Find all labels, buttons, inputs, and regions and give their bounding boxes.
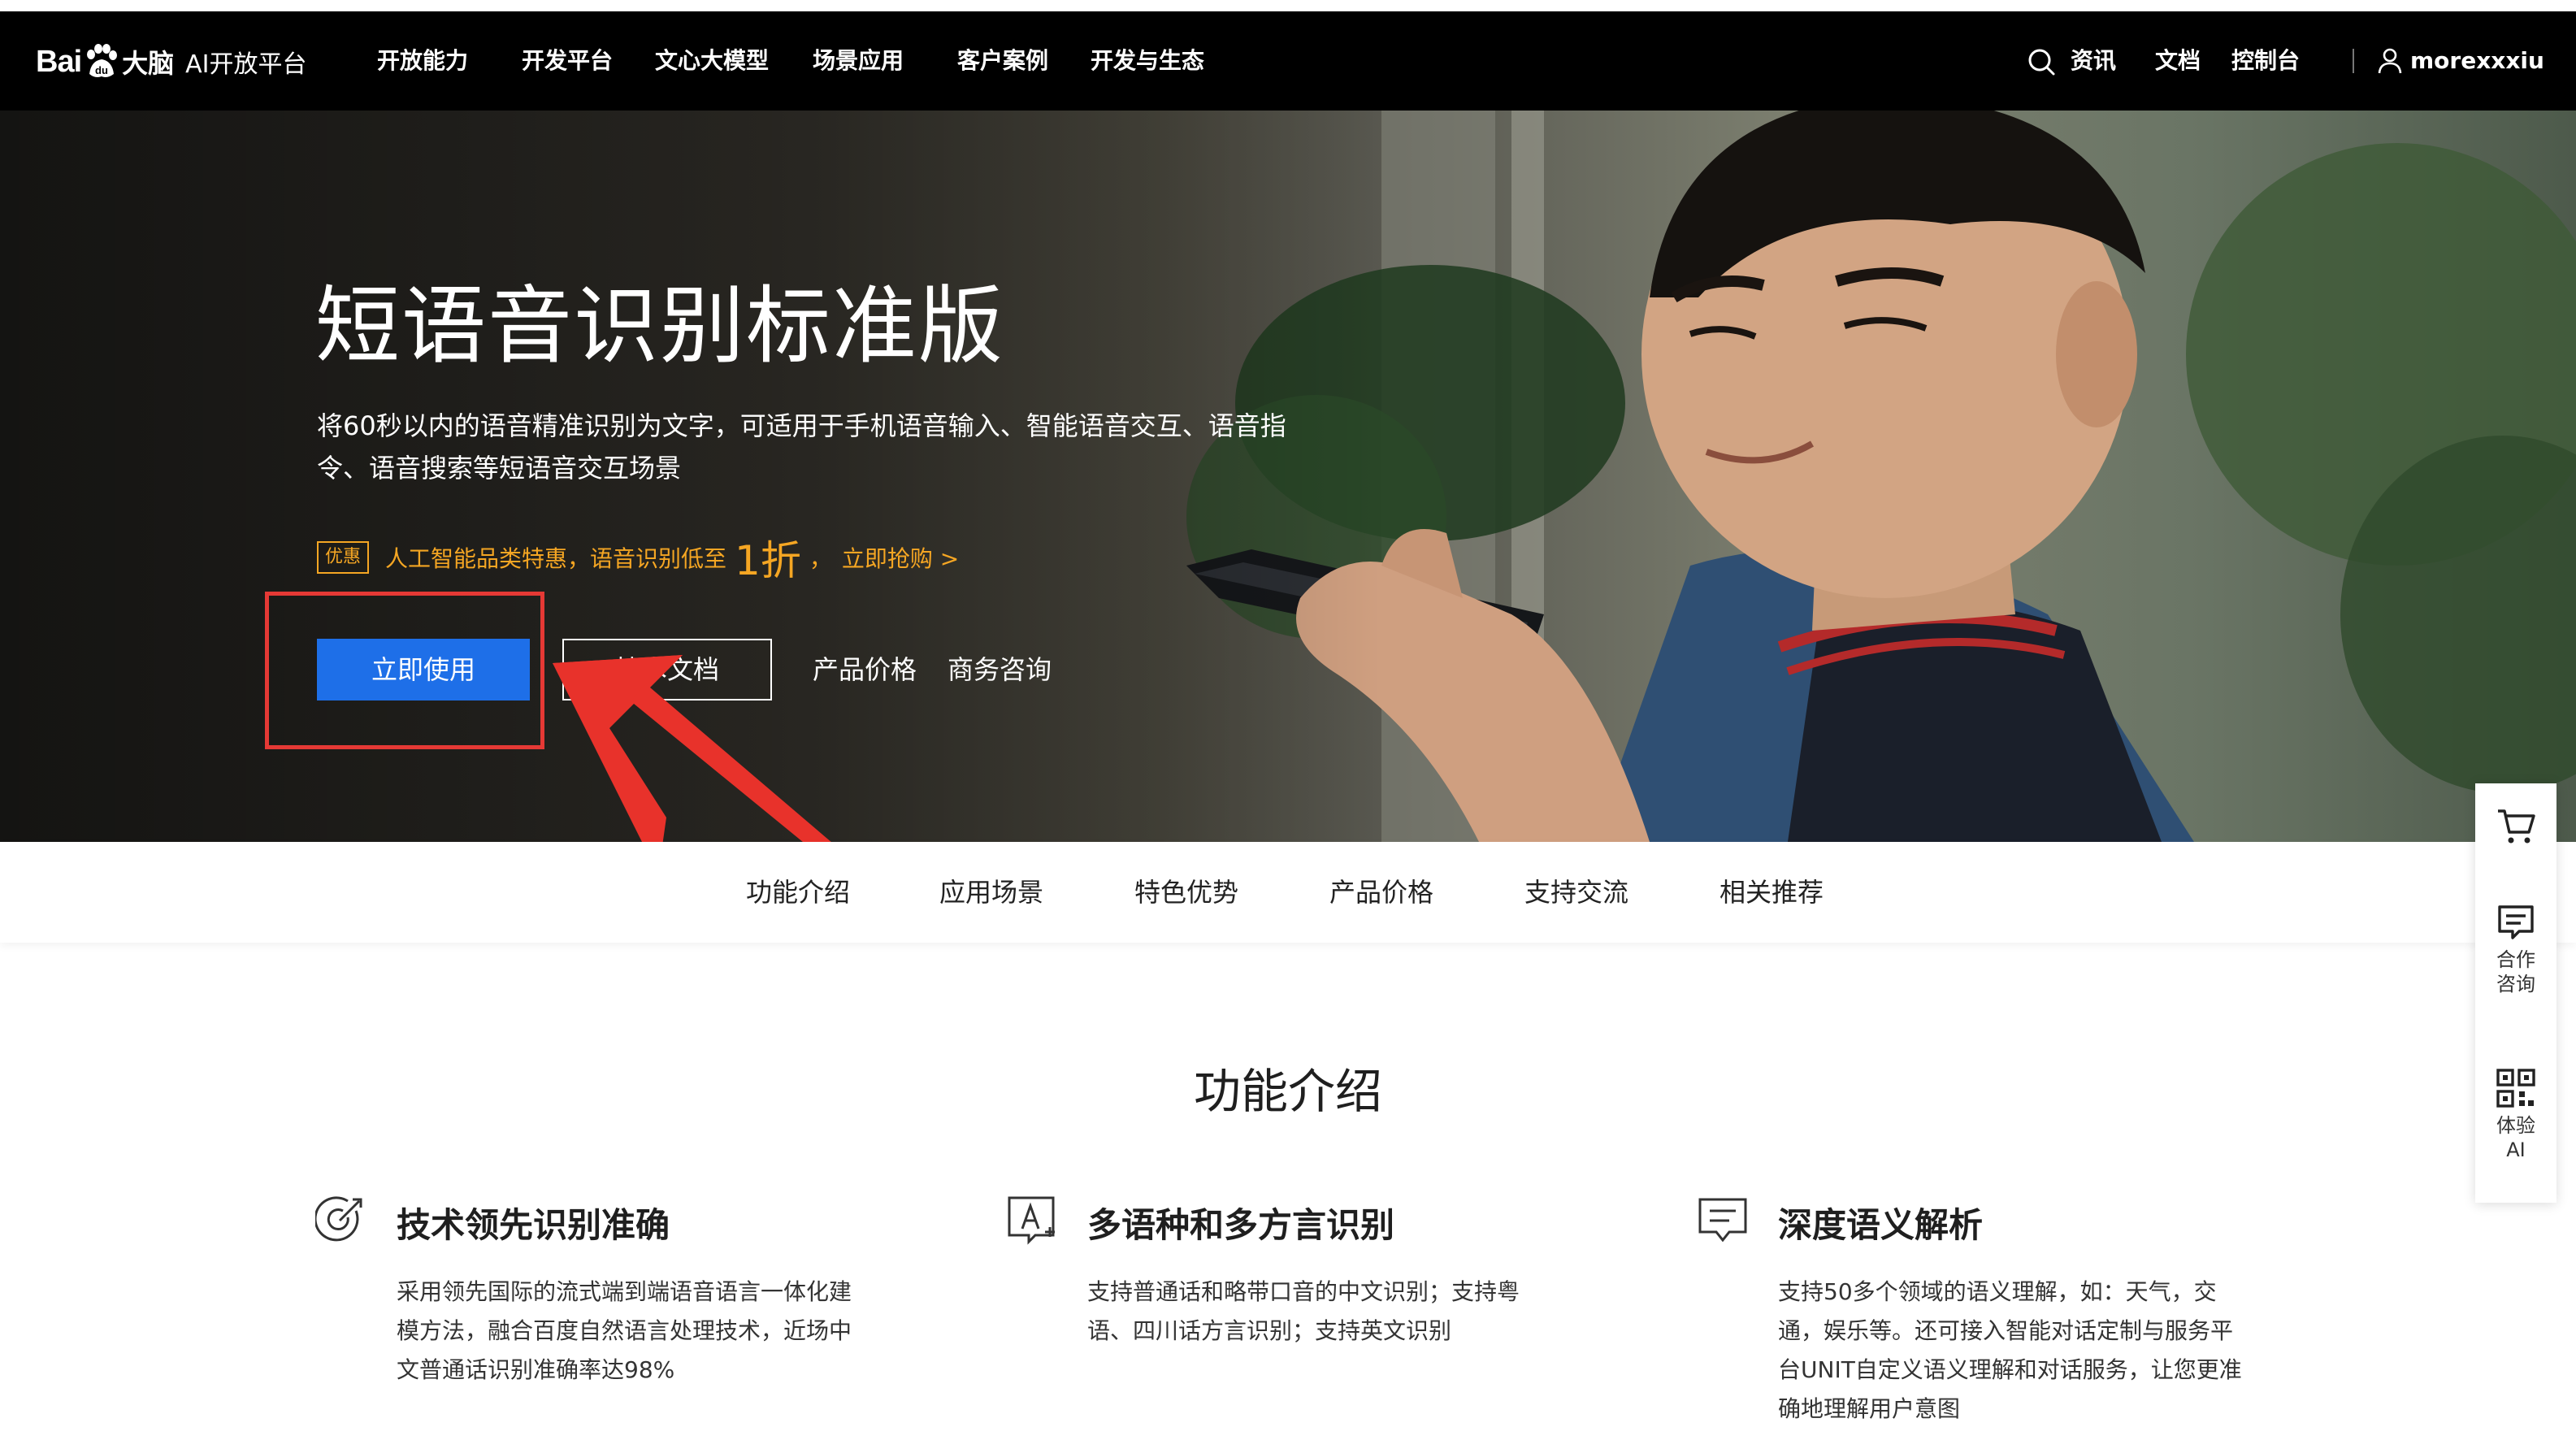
tab-scenarios[interactable]: 应用场景	[939, 842, 1043, 943]
business-consult-link[interactable]: 商务咨询	[948, 639, 1052, 700]
nav-menu-dev-platform[interactable]: 开发平台	[522, 11, 613, 111]
nav-menu-open-abilities[interactable]: 开放能力	[377, 11, 468, 111]
nav-menu-wenxin-model[interactable]: 文心大模型	[655, 11, 769, 111]
logo-bai-text: Bai	[36, 44, 82, 79]
hero-banner: 短语音识别标准版 将60秒以内的语音精准识别为文字，可适用于手机语音输入、智能语…	[0, 111, 2576, 842]
tab-pricing[interactable]: 产品价格	[1329, 842, 1433, 943]
consult-label: 合作咨询	[2496, 948, 2535, 995]
experience-label: 体验AI	[2496, 1114, 2535, 1161]
page: Bai du 大脑 AI开放平台 开放能力 开发平台 文心大模型 场景应用 客户…	[0, 0, 2576, 1440]
red-arrow-annotation	[553, 655, 831, 842]
tab-support[interactable]: 支持交流	[1524, 842, 1628, 943]
tab-recommend[interactable]: 相关推荐	[1720, 842, 1824, 943]
logo-brain-text: 大脑	[122, 48, 175, 79]
nav-username[interactable]: morexxxiu	[2410, 11, 2544, 111]
promo-separator: ，	[809, 545, 832, 572]
hero-description: 将60秒以内的语音精准识别为文字，可适用于手机语音输入、智能语音交互、语音指令、…	[317, 410, 1286, 484]
promo-text: 人工智能品类特惠，语音识别低至	[385, 545, 727, 572]
hero-title: 短语音识别标准版	[315, 276, 1005, 375]
feature-title: 技术领先识别准确	[397, 1205, 670, 1245]
nav-console-link[interactable]: 控制台	[2231, 11, 2300, 111]
feature-body: 支持50多个领域的语义理解，如：天气，交通，娱乐等。还可接入智能对话定制与服务平…	[1778, 1278, 2242, 1422]
chat-icon	[2498, 905, 2534, 939]
feature-title: 多语种和多方言识别	[1087, 1205, 1395, 1245]
promo-tag: 优惠	[317, 541, 370, 574]
feature-body: 采用领先国际的流式端到端语音语言一体化建模方法，融合百度自然语言处理技术，近场中…	[397, 1278, 852, 1383]
experience-ai-button[interactable]: 体验AI	[2475, 1068, 2556, 1162]
nav-docs-link[interactable]: 文档	[2155, 11, 2201, 111]
svg-text:du: du	[95, 64, 108, 76]
top-strip	[0, 0, 2576, 11]
highlight-box-annotation	[265, 592, 544, 749]
consult-button[interactable]: 合作咨询	[2475, 904, 2556, 996]
top-nav: Bai du 大脑 AI开放平台 开放能力 开发平台 文心大模型 场景应用 客户…	[0, 11, 2576, 111]
baidu-ai-logo[interactable]: Bai du 大脑 AI开放平台	[36, 37, 307, 86]
feature-body: 支持普通话和略带口音的中文识别；支持粤语、四川话方言识别；支持英文识别	[1087, 1278, 1520, 1344]
search-icon[interactable]	[2027, 47, 2056, 76]
section-title: 功能介绍	[1193, 1064, 1382, 1119]
logo-platform-text: AI开放平台	[185, 50, 307, 79]
promo-buy-link[interactable]: 立即抢购 >	[842, 541, 959, 574]
qrcode-icon	[2496, 1069, 2535, 1108]
promo-highlight: 1折	[735, 537, 801, 584]
nav-menu-scene-apps[interactable]: 场景应用	[813, 11, 904, 111]
tab-advantages[interactable]: 特色优势	[1134, 842, 1238, 943]
target-accuracy-icon	[315, 1196, 362, 1242]
user-icon[interactable]	[2377, 47, 2403, 75]
nav-menu-customer-cases[interactable]: 客户案例	[957, 11, 1048, 111]
cart-button[interactable]	[2475, 808, 2556, 845]
tab-features[interactable]: 功能介绍	[746, 842, 850, 943]
nav-menu-dev-ecosystem[interactable]: 开发与生态	[1091, 11, 1204, 111]
cart-icon	[2498, 809, 2535, 844]
baidu-paw-icon: du	[87, 44, 118, 77]
chat-semantic-icon	[1698, 1198, 1747, 1243]
feature-title: 深度语义解析	[1778, 1205, 1984, 1245]
nav-divider	[2353, 49, 2354, 73]
multilingual-icon	[1008, 1196, 1055, 1245]
nav-news-link[interactable]: 资讯	[2071, 11, 2116, 111]
section-tabs: 功能介绍 应用场景 特色优势 产品价格 支持交流 相关推荐	[0, 842, 2576, 943]
floating-sidebar: 合作咨询 体验AI	[2475, 783, 2556, 1203]
promo-banner: 优惠 人工智能品类特惠，语音识别低至 1折 ， 立即抢购 >	[317, 533, 959, 584]
